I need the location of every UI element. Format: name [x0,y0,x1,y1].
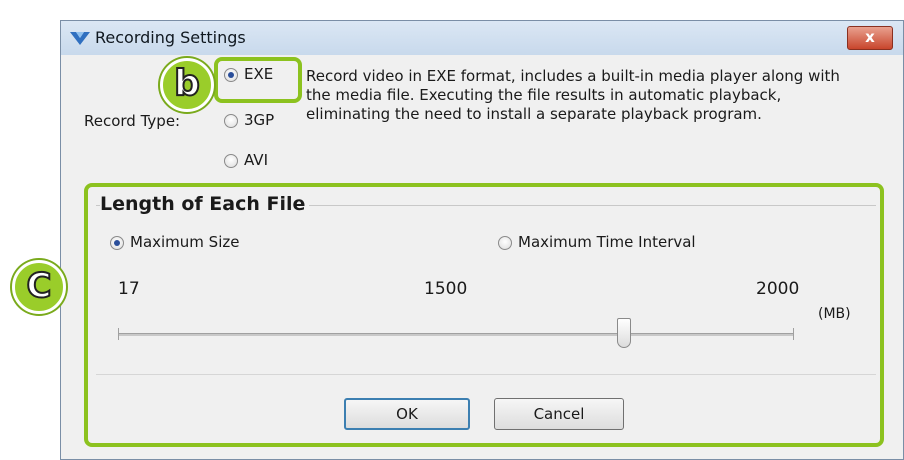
record-type-label: Record Type: [84,112,181,130]
callout-b-badge: b [160,58,214,112]
radio-avi-label[interactable]: AVI [244,151,268,169]
app-logo-icon [70,32,90,45]
close-icon: x [865,28,875,46]
dialog-title: Recording Settings [95,28,246,47]
record-type-description: Record video in EXE format, includes a b… [306,67,840,123]
radio-avi-button[interactable] [224,154,238,168]
callout-b-highlight [214,57,302,103]
radio-3gp-label[interactable]: 3GP [244,111,274,129]
radio-3gp-button[interactable] [224,114,238,128]
callout-c-badge: C [12,260,66,314]
close-button[interactable]: x [847,26,893,50]
callout-c-highlight [84,183,884,447]
title-bar[interactable]: Recording Settings x [61,21,903,55]
